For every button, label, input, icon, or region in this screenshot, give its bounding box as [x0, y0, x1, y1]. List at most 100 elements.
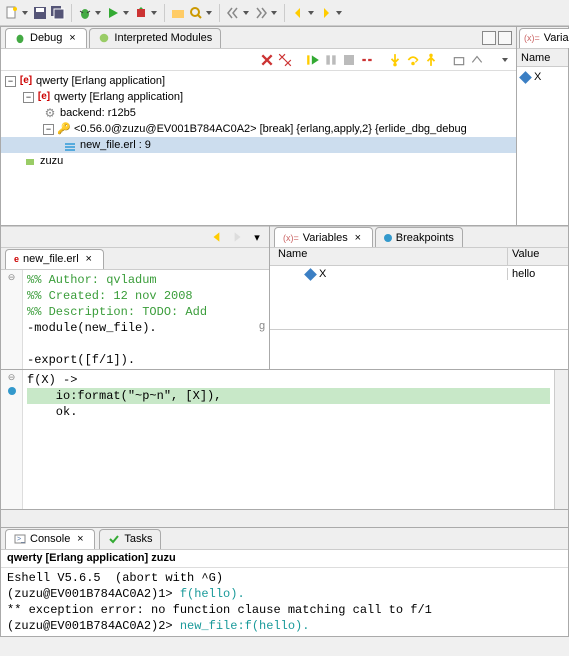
tree-label: new_file.erl : 9 [80, 137, 151, 153]
ext-dropdown[interactable] [151, 5, 159, 21]
tab-label: Variables [303, 232, 348, 244]
close-icon[interactable]: × [83, 253, 95, 265]
tab-label: Variabl [544, 32, 569, 44]
console-output[interactable]: Eshell V5.6.5 (abort with ^G) (zuzu@EV00… [1, 568, 568, 636]
var-name: X [319, 268, 326, 280]
menu-icon[interactable] [498, 53, 512, 67]
code-editor[interactable]: f(X) -> io:format("~p~n", [X]), ok. [23, 370, 554, 509]
resume-icon[interactable] [306, 53, 320, 67]
nav-fwd-group-icon[interactable] [253, 5, 269, 21]
column-header[interactable]: Name [517, 49, 568, 67]
tab-breakpoints[interactable]: Breakpoints [375, 227, 463, 247]
tab-variables-right[interactable]: (x)= Variabl [519, 28, 569, 48]
forward-icon[interactable] [318, 5, 334, 21]
step-over-icon[interactable] [406, 53, 420, 67]
remove-icon[interactable] [260, 53, 274, 67]
debug-tree: − [e] qwerty [Erlang application] − [e] … [1, 71, 516, 225]
collapse-icon[interactable]: − [23, 92, 34, 103]
folder-icon[interactable] [170, 5, 186, 21]
debug-icon[interactable] [77, 5, 93, 21]
erlang-app-icon: [e] [19, 74, 33, 88]
remove-all-icon[interactable] [278, 53, 292, 67]
run-icon[interactable] [105, 5, 121, 21]
code-line: %% Description: TODO: Add [27, 304, 255, 320]
tree-label: <0.56.0@zuzu@EV001B784AC0A2> [break] {er… [74, 121, 467, 137]
close-icon[interactable]: × [74, 533, 86, 545]
tab-debug[interactable]: Debug × [5, 28, 87, 48]
column-value[interactable]: Value [508, 248, 568, 265]
tree-row-app[interactable]: − [e] qwerty [Erlang application] [1, 89, 516, 105]
back-icon[interactable] [290, 5, 306, 21]
nav-back-group-icon[interactable] [225, 5, 241, 21]
breakpoint-icon [384, 234, 392, 242]
step-into-icon[interactable] [388, 53, 402, 67]
code-line: f(X) -> [27, 372, 550, 388]
run-dropdown[interactable] [123, 5, 131, 21]
code-editor[interactable]: %% Author: qvladum %% Created: 12 nov 20… [23, 270, 259, 369]
tab-label: Interpreted Modules [114, 32, 212, 44]
new-dropdown[interactable] [22, 5, 30, 21]
close-icon[interactable]: × [352, 232, 364, 244]
node-icon [23, 154, 37, 168]
tab-tasks[interactable]: Tasks [99, 529, 161, 549]
save-icon[interactable] [32, 5, 48, 21]
column-name[interactable]: Name [270, 248, 508, 265]
forward-icon[interactable] [229, 229, 245, 245]
close-icon[interactable]: × [66, 32, 78, 44]
debug-dropdown[interactable] [95, 5, 103, 21]
variable-name: X [534, 71, 541, 83]
console-line: Eshell V5.6.5 (abort with ^G) [7, 570, 562, 586]
tab-variables[interactable]: (x)= Variables × [274, 227, 373, 247]
thread-icon: 🔑 [57, 122, 71, 136]
maximize-icon[interactable] [498, 31, 512, 45]
stack-frame-icon [63, 138, 77, 152]
editor-gutter[interactable]: ⊖ [1, 270, 23, 369]
nav1-dropdown[interactable] [243, 5, 251, 21]
editor-gutter[interactable]: ⊖ [1, 370, 23, 509]
variable-icon [519, 71, 532, 84]
search-icon[interactable] [188, 5, 204, 21]
tree-label: qwerty [Erlang application] [36, 73, 165, 89]
console-line: ** exception error: no function clause m… [7, 602, 562, 618]
console-title: qwerty [Erlang application] zuzu [1, 550, 568, 568]
tab-console[interactable]: >_ Console × [5, 529, 95, 549]
tab-label: Tasks [124, 533, 152, 545]
tree-row-process[interactable]: − 🔑 <0.56.0@zuzu@EV001B784AC0A2> [break]… [1, 121, 516, 137]
disconnect-icon[interactable] [360, 53, 374, 67]
code-line: %% Author: qvladum [27, 272, 255, 288]
tab-interpreted-modules[interactable]: Interpreted Modules [89, 28, 221, 48]
new-icon[interactable] [4, 5, 20, 21]
terminate-icon[interactable] [342, 53, 356, 67]
tree-label: zuzu [40, 153, 63, 169]
variable-row[interactable]: X hello [270, 266, 568, 282]
tree-row-app[interactable]: − [e] qwerty [Erlang application] [1, 73, 516, 89]
menu-icon[interactable]: ▾ [249, 229, 265, 245]
fwd-dropdown[interactable] [336, 5, 344, 21]
tree-row-frame[interactable]: new_file.erl : 9 [1, 137, 516, 153]
suspend-icon[interactable] [324, 53, 338, 67]
debug-toolbar [1, 49, 516, 71]
filename: new_file.erl [23, 253, 79, 265]
overview-ruler[interactable] [554, 370, 568, 509]
ext-tools-icon[interactable] [133, 5, 149, 21]
step-return-icon[interactable] [424, 53, 438, 67]
editor-tab[interactable]: e new_file.erl × [5, 249, 104, 269]
back-icon[interactable] [209, 229, 225, 245]
step-filters-icon[interactable] [470, 53, 484, 67]
tab-label: Debug [30, 32, 62, 44]
tree-label: backend: r12b5 [60, 105, 136, 121]
tree-row-backend[interactable]: ⚙ backend: r12b5 [1, 105, 516, 121]
variable-row[interactable]: X [521, 69, 564, 85]
breakpoint-marker[interactable] [8, 387, 16, 395]
tree-row-node[interactable]: zuzu [1, 153, 516, 169]
detail-pane[interactable] [270, 329, 568, 369]
collapse-icon[interactable]: − [43, 124, 54, 135]
main-toolbar [0, 0, 569, 26]
search-dropdown[interactable] [206, 5, 214, 21]
nav2-dropdown[interactable] [271, 5, 279, 21]
back-dropdown[interactable] [308, 5, 316, 21]
minimize-icon[interactable] [482, 31, 496, 45]
save-all-icon[interactable] [50, 5, 66, 21]
collapse-icon[interactable]: − [5, 76, 16, 87]
drop-frame-icon[interactable] [452, 53, 466, 67]
